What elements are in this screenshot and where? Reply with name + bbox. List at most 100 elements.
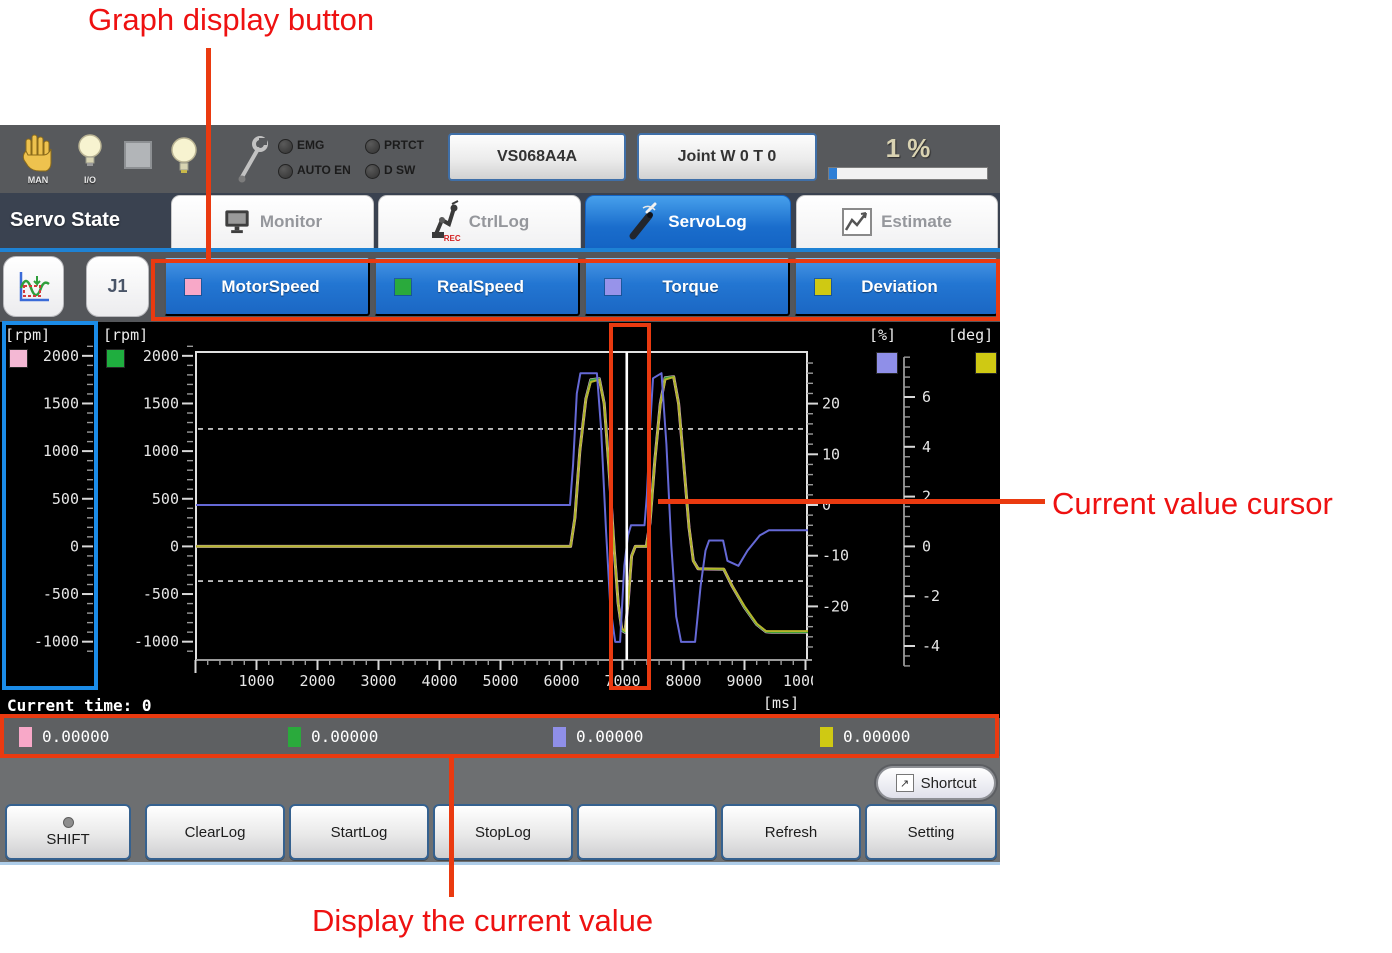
refresh-button[interactable]: Refresh (721, 804, 861, 860)
tab-ctrllog[interactable]: REC CtrlLog (378, 195, 581, 248)
emg-led (278, 139, 293, 154)
svg-text:-500: -500 (143, 585, 179, 603)
joint-select-button[interactable]: J1 (86, 256, 149, 317)
shortcut-icon: ↗ (896, 774, 914, 792)
speed-progress-bar[interactable] (828, 167, 988, 180)
page-title: Servo State (0, 193, 120, 248)
chart-canvas: 2000150010005000-500-1000200015001000500… (0, 322, 1000, 718)
blank-button[interactable] (577, 804, 717, 860)
realspeed-axis-swatch (107, 350, 124, 367)
svg-text:10: 10 (822, 445, 840, 463)
tab-servolog[interactable]: ServoLog (585, 195, 791, 248)
deviation-axis-swatch (976, 353, 996, 373)
ms-unit-label: [ms] (763, 694, 799, 712)
tab-estimate[interactable]: Estimate (796, 195, 998, 248)
footer-panel: ↗ Shortcut SHIFT ClearLog StartLog StopL… (0, 756, 1000, 865)
svg-text:1000: 1000 (238, 672, 274, 690)
speed-percentage: 1 % (828, 133, 988, 164)
monitor-icon (223, 209, 251, 235)
manual-mode-label: MAN (16, 175, 60, 185)
io-label: I/O (70, 175, 110, 185)
hand-icon (20, 133, 56, 173)
d-sw-led-label: D SW (384, 163, 415, 177)
annotation-graph-display-button: Graph display button (88, 2, 374, 38)
io-button[interactable]: I/O (70, 131, 110, 187)
shift-button[interactable]: SHIFT (5, 804, 131, 860)
annotation-box-current-values (0, 714, 999, 758)
annotation-box-graph-buttons (151, 259, 1000, 321)
maintenance-button[interactable] (232, 133, 272, 185)
rec-badge: REC (444, 234, 461, 243)
svg-text:500: 500 (152, 490, 179, 508)
svg-text:1500: 1500 (143, 394, 179, 412)
emg-led-label: EMG (297, 138, 324, 152)
axis3-unit-label: [%] (869, 326, 896, 344)
svg-text:-1000: -1000 (134, 633, 179, 651)
setting-button[interactable]: Setting (865, 804, 997, 860)
lightbulb-icon (76, 133, 104, 173)
graph-display-button[interactable] (3, 256, 64, 317)
tab-bar: Servo State Monitor (0, 193, 1000, 248)
clearlog-button[interactable]: ClearLog (145, 804, 285, 860)
svg-text:0: 0 (170, 537, 179, 555)
svg-text:-2: -2 (922, 587, 940, 605)
annotation-box-cursor (609, 323, 651, 690)
stop-square-icon[interactable] (124, 141, 152, 169)
shortcut-label: Shortcut (921, 775, 977, 792)
servo-log-icon (629, 202, 659, 242)
auto-en-led (278, 164, 293, 179)
lightbulb-icon (170, 135, 198, 179)
screenshot-root: Graph display button Current value curso… (0, 0, 1392, 953)
svg-text:6000: 6000 (543, 672, 579, 690)
svg-text:-20: -20 (822, 597, 849, 615)
svg-text:1000: 1000 (143, 442, 179, 460)
shift-lamp-icon (63, 817, 74, 828)
mini-graph-icon (15, 268, 53, 306)
shift-label: SHIFT (46, 831, 89, 848)
torque-axis-swatch (877, 353, 897, 373)
current-time-label: Current time: 0 (7, 696, 152, 715)
annotation-line-display-value (449, 757, 454, 897)
status-led-panel: EMG AUTO EN PRTCT D SW (278, 137, 433, 181)
startlog-button[interactable]: StartLog (289, 804, 429, 860)
axis2-unit-label: [rpm] (103, 326, 148, 344)
svg-text:6: 6 (922, 388, 931, 406)
wrench-icon (232, 133, 272, 185)
d-sw-led (365, 164, 380, 179)
svg-text:-10: -10 (822, 547, 849, 565)
robot-type-button[interactable]: VS068A4A (448, 133, 626, 181)
annotation-line-graph-display (206, 48, 211, 263)
joint-mode-button[interactable]: Joint W 0 T 0 (637, 133, 817, 181)
shortcut-button[interactable]: ↗ Shortcut (876, 766, 996, 800)
svg-text:20: 20 (822, 395, 840, 413)
svg-text:2000: 2000 (143, 347, 179, 365)
prtct-led (365, 139, 380, 154)
svg-text:-4: -4 (922, 637, 940, 655)
stoplog-button[interactable]: StopLog (433, 804, 573, 860)
annotation-current-value-cursor: Current value cursor (1052, 486, 1333, 522)
manual-mode-button[interactable]: MAN (16, 131, 60, 187)
tab-monitor-label: Monitor (260, 212, 322, 232)
svg-text:4000: 4000 (421, 672, 457, 690)
svg-text:2000: 2000 (299, 672, 335, 690)
svg-text:10000: 10000 (783, 672, 828, 690)
annotation-display-current-value: Display the current value (312, 903, 653, 939)
speed-progress-fill (829, 168, 837, 179)
estimate-chart-icon (842, 208, 872, 236)
tab-monitor[interactable]: Monitor (171, 195, 374, 248)
tab-servolog-label: ServoLog (668, 212, 746, 232)
svg-text:3000: 3000 (360, 672, 396, 690)
auto-en-led-label: AUTO EN (297, 163, 351, 177)
tab-ctrllog-label: CtrlLog (469, 212, 529, 232)
servolog-chart[interactable]: 2000150010005000-500-1000200015001000500… (0, 322, 1000, 718)
axis4-unit-label: [deg] (948, 326, 993, 344)
svg-text:5000: 5000 (482, 672, 518, 690)
axis-highlight-box (2, 321, 98, 690)
svg-text:0: 0 (922, 537, 931, 555)
annotation-line-cursor (658, 499, 1045, 504)
prtct-led-label: PRTCT (384, 138, 424, 152)
lamp-button[interactable] (164, 131, 204, 187)
svg-text:9000: 9000 (726, 672, 762, 690)
tab-estimate-label: Estimate (881, 212, 952, 232)
svg-text:8000: 8000 (665, 672, 701, 690)
